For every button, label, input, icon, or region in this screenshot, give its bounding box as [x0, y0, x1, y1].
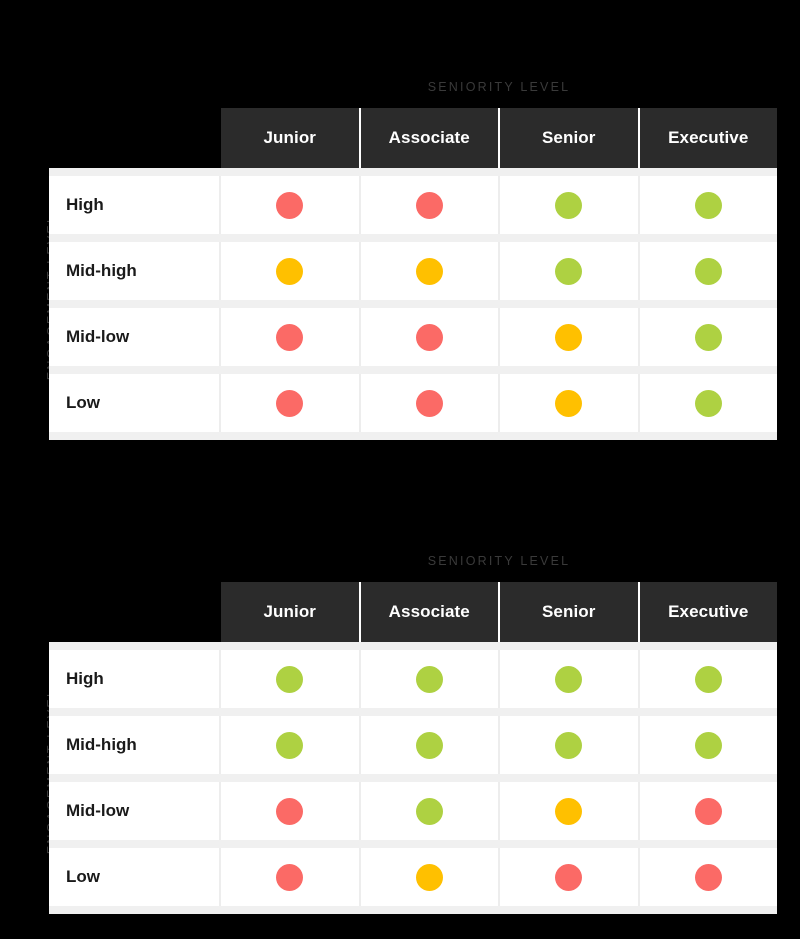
status-dot [555, 797, 583, 825]
cell-high-executive[interactable] [640, 650, 778, 708]
row-label-low: Low [49, 374, 221, 432]
status-dot [276, 797, 304, 825]
column-header-senior[interactable]: Senior [500, 108, 640, 168]
cell-low-senior[interactable] [500, 848, 640, 906]
status-dot [415, 731, 443, 759]
status-dot [415, 257, 443, 285]
status-dot [276, 863, 304, 891]
column-header-associate[interactable]: Associate [360, 582, 500, 642]
table-row: Mid-low [49, 308, 777, 366]
status-dot [555, 863, 583, 891]
cell-midlow-executive[interactable] [640, 308, 778, 366]
cell-low-associate[interactable] [361, 848, 500, 906]
matrix-body: High Mid-high Mid-low Low [49, 642, 777, 914]
cell-high-associate[interactable] [361, 650, 500, 708]
row-label-mid-high: Mid-high [49, 242, 221, 300]
cell-midhigh-junior[interactable] [221, 716, 361, 774]
cell-high-associate[interactable] [361, 176, 500, 234]
status-dot [415, 797, 443, 825]
cell-midlow-associate[interactable] [361, 782, 500, 840]
row-label-low: Low [49, 848, 221, 906]
status-dot [276, 257, 304, 285]
status-dot [555, 257, 583, 285]
table-row: Mid-high [49, 716, 777, 774]
status-dot [694, 389, 722, 417]
cell-midlow-senior[interactable] [500, 782, 640, 840]
column-header-executive[interactable]: Executive [639, 108, 777, 168]
row-label-mid-low: Mid-low [49, 308, 221, 366]
status-dot [694, 731, 722, 759]
matrix-body: High Mid-high Mid-low Low [49, 168, 777, 440]
cell-low-senior[interactable] [500, 374, 640, 432]
status-dot [415, 665, 443, 693]
column-header-senior[interactable]: Senior [500, 582, 640, 642]
column-axis-label: SENIORITY LEVEL [427, 80, 571, 94]
column-axis-label: SENIORITY LEVEL [427, 554, 571, 568]
status-dot [415, 191, 443, 219]
cell-midlow-junior[interactable] [221, 782, 361, 840]
status-dot [415, 389, 443, 417]
table-row: Low [49, 374, 777, 432]
status-dot [276, 323, 304, 351]
status-dot [555, 665, 583, 693]
row-label-high: High [49, 650, 221, 708]
cell-midlow-executive[interactable] [640, 782, 778, 840]
cell-midhigh-executive[interactable] [640, 716, 778, 774]
row-label-high: High [49, 176, 221, 234]
status-dot [694, 191, 722, 219]
status-dot [555, 389, 583, 417]
cell-midlow-senior[interactable] [500, 308, 640, 366]
cell-high-senior[interactable] [500, 650, 640, 708]
matrix-panel-top: SENIORITY LEVEL ENGAGEMENT LEVEL Junior … [0, 0, 800, 470]
cell-midlow-junior[interactable] [221, 308, 361, 366]
cell-midhigh-senior[interactable] [500, 716, 640, 774]
table-row: High [49, 176, 777, 234]
cell-low-executive[interactable] [640, 848, 778, 906]
status-dot [276, 665, 304, 693]
column-header-executive[interactable]: Executive [639, 582, 777, 642]
status-dot [555, 731, 583, 759]
cell-midhigh-associate[interactable] [361, 242, 500, 300]
status-dot [694, 797, 722, 825]
cell-high-executive[interactable] [640, 176, 778, 234]
status-dot [555, 323, 583, 351]
cell-midlow-associate[interactable] [361, 308, 500, 366]
status-dot [694, 665, 722, 693]
matrix-panel-bottom: SENIORITY LEVEL ENGAGEMENT LEVEL Junior … [0, 474, 800, 939]
cell-low-junior[interactable] [221, 848, 361, 906]
status-dot [694, 323, 722, 351]
cell-low-junior[interactable] [221, 374, 361, 432]
table-row: Mid-low [49, 782, 777, 840]
column-header-associate[interactable]: Associate [360, 108, 500, 168]
cell-low-associate[interactable] [361, 374, 500, 432]
status-dot [694, 863, 722, 891]
status-dot [555, 191, 583, 219]
table-row: High [49, 650, 777, 708]
status-dot [694, 257, 722, 285]
column-header-junior[interactable]: Junior [221, 108, 361, 168]
cell-high-junior[interactable] [221, 650, 361, 708]
row-label-mid-low: Mid-low [49, 782, 221, 840]
cell-midhigh-junior[interactable] [221, 242, 361, 300]
table-row: Mid-high [49, 242, 777, 300]
status-dot [276, 389, 304, 417]
cell-midhigh-associate[interactable] [361, 716, 500, 774]
cell-midhigh-executive[interactable] [640, 242, 778, 300]
cell-high-junior[interactable] [221, 176, 361, 234]
column-header-row: Junior Associate Senior Executive [221, 108, 777, 168]
status-dot [415, 323, 443, 351]
status-dot [276, 191, 304, 219]
column-header-row: Junior Associate Senior Executive [221, 582, 777, 642]
row-label-mid-high: Mid-high [49, 716, 221, 774]
column-header-junior[interactable]: Junior [221, 582, 361, 642]
status-dot [415, 863, 443, 891]
status-dot [276, 731, 304, 759]
table-row: Low [49, 848, 777, 906]
cell-midhigh-senior[interactable] [500, 242, 640, 300]
cell-high-senior[interactable] [500, 176, 640, 234]
cell-low-executive[interactable] [640, 374, 778, 432]
